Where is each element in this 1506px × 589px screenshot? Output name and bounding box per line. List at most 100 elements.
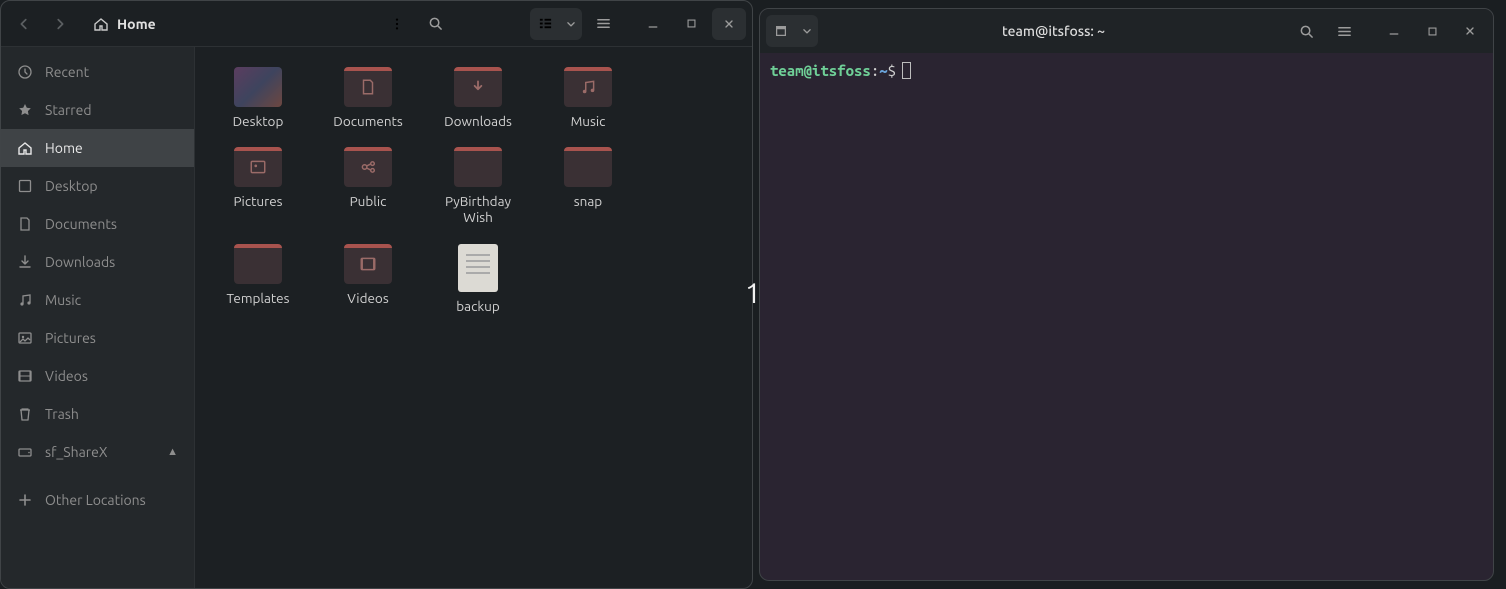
- folder-icon: [234, 244, 282, 284]
- terminal-maximize-button[interactable]: [1415, 15, 1449, 47]
- plus-icon: [17, 492, 33, 508]
- list-details-icon: [538, 16, 553, 31]
- search-icon: [1299, 24, 1314, 39]
- forward-button[interactable]: [43, 8, 77, 40]
- terminal-minimize-button[interactable]: [1377, 15, 1411, 47]
- file-label: Documents: [333, 113, 402, 129]
- view-options-button[interactable]: [560, 8, 582, 40]
- square-icon: [17, 178, 33, 194]
- sidebar-item-label: Desktop: [45, 178, 178, 194]
- sidebar-item-desktop[interactable]: Desktop: [1, 167, 194, 205]
- sidebar-item-music[interactable]: Music: [1, 281, 194, 319]
- sidebar-item-label: Recent: [45, 64, 178, 80]
- image-icon: [17, 330, 33, 346]
- file-item-public[interactable]: Public: [313, 141, 423, 231]
- file-item-pybirthdaywish[interactable]: PyBirthday Wish: [423, 141, 533, 231]
- minimize-icon: [1388, 25, 1400, 37]
- file-label: Desktop: [233, 113, 284, 129]
- file-label: Videos: [347, 290, 388, 306]
- file-grid[interactable]: Desktop Documents Downloads Music Pictur…: [195, 47, 752, 588]
- folder-icon: [344, 244, 392, 284]
- sidebar-item-recent[interactable]: Recent: [1, 53, 194, 91]
- clock-icon: [17, 64, 33, 80]
- fm-headerbar: Home: [1, 1, 752, 47]
- breadcrumb-label: Home: [117, 16, 156, 32]
- file-label: Downloads: [444, 113, 512, 129]
- new-tab-button[interactable]: [766, 15, 796, 47]
- kebab-menu-button[interactable]: [380, 8, 414, 40]
- chevron-down-icon: [566, 19, 576, 29]
- sidebar: Recent Starred Home Desktop Documents Do…: [1, 47, 195, 588]
- download-icon: [17, 254, 33, 270]
- workspace-number: 1: [745, 278, 761, 309]
- folder-icon: [344, 67, 392, 107]
- sidebar-item-label: Downloads: [45, 254, 178, 270]
- terminal-search-button[interactable]: [1289, 15, 1323, 47]
- terminal-prompt: team@itsfoss:~$: [770, 61, 1483, 81]
- sidebar-item-downloads[interactable]: Downloads: [1, 243, 194, 281]
- eject-icon[interactable]: ▲: [167, 446, 178, 458]
- sidebar-item-videos[interactable]: Videos: [1, 357, 194, 395]
- sidebar-item-other-locations[interactable]: Other Locations: [1, 481, 194, 519]
- file-icon: [458, 244, 498, 292]
- file-label: backup: [456, 298, 500, 314]
- music-icon: [17, 292, 33, 308]
- terminal-cursor: [902, 62, 911, 79]
- file-label: Pictures: [233, 193, 282, 209]
- file-item-templates[interactable]: Templates: [203, 238, 313, 320]
- file-item-backup[interactable]: backup: [423, 238, 533, 320]
- hamburger-icon: [596, 16, 611, 31]
- sidebar-item-home[interactable]: Home: [1, 129, 194, 167]
- sidebar-item-label: Other Locations: [45, 492, 178, 508]
- terminal-close-button[interactable]: [1453, 15, 1487, 47]
- sidebar-item-label: Pictures: [45, 330, 178, 346]
- star-icon: [17, 102, 33, 118]
- kebab-icon: [390, 17, 404, 31]
- sidebar-item-label: Home: [45, 140, 178, 156]
- file-label: Templates: [227, 290, 290, 306]
- file-item-videos[interactable]: Videos: [313, 238, 423, 320]
- file-label: snap: [574, 193, 602, 209]
- new-tab-icon: [774, 24, 788, 38]
- chevron-down-icon: [802, 26, 812, 36]
- sidebar-item-trash[interactable]: Trash: [1, 395, 194, 433]
- breadcrumb[interactable]: Home: [87, 16, 162, 32]
- trash-icon: [17, 406, 33, 422]
- file-manager-window: Home: [0, 0, 753, 589]
- file-item-snap[interactable]: snap: [533, 141, 643, 231]
- file-item-downloads[interactable]: Downloads: [423, 61, 533, 135]
- terminal-window: team@itsfoss: ~ team@itsfoss:~$: [759, 8, 1494, 581]
- sidebar-item-starred[interactable]: Starred: [1, 91, 194, 129]
- document-icon: [17, 216, 33, 232]
- folder-icon: [454, 147, 502, 187]
- sidebar-item-documents[interactable]: Documents: [1, 205, 194, 243]
- home-icon: [93, 16, 109, 32]
- sidebar-item-sfsharex[interactable]: sf_ShareX ▲: [1, 433, 194, 471]
- sidebar-item-label: Videos: [45, 368, 178, 384]
- folder-icon: [454, 67, 502, 107]
- sidebar-item-pictures[interactable]: Pictures: [1, 319, 194, 357]
- file-item-documents[interactable]: Documents: [313, 61, 423, 135]
- tab-dropdown-button[interactable]: [796, 15, 818, 47]
- search-button[interactable]: [418, 8, 452, 40]
- video-icon: [17, 368, 33, 384]
- file-label: PyBirthday Wish: [445, 193, 511, 225]
- maximize-button[interactable]: [674, 8, 708, 40]
- hamburger-icon: [1337, 24, 1352, 39]
- folder-icon: [344, 147, 392, 187]
- hamburger-menu-button[interactable]: [586, 8, 620, 40]
- close-button[interactable]: [712, 8, 746, 40]
- file-item-pictures[interactable]: Pictures: [203, 141, 313, 231]
- terminal-menu-button[interactable]: [1327, 15, 1361, 47]
- file-item-desktop[interactable]: Desktop: [203, 61, 313, 135]
- icon-view-button[interactable]: [530, 8, 560, 40]
- minimize-button[interactable]: [636, 8, 670, 40]
- back-button[interactable]: [7, 8, 41, 40]
- sidebar-item-label: sf_ShareX: [45, 444, 155, 460]
- prompt-path: ~: [879, 61, 887, 81]
- file-item-music[interactable]: Music: [533, 61, 643, 135]
- desktop-folder-icon: [234, 67, 282, 107]
- terminal-body[interactable]: team@itsfoss:~$: [760, 53, 1493, 580]
- folder-icon: [234, 147, 282, 187]
- folder-icon: [564, 147, 612, 187]
